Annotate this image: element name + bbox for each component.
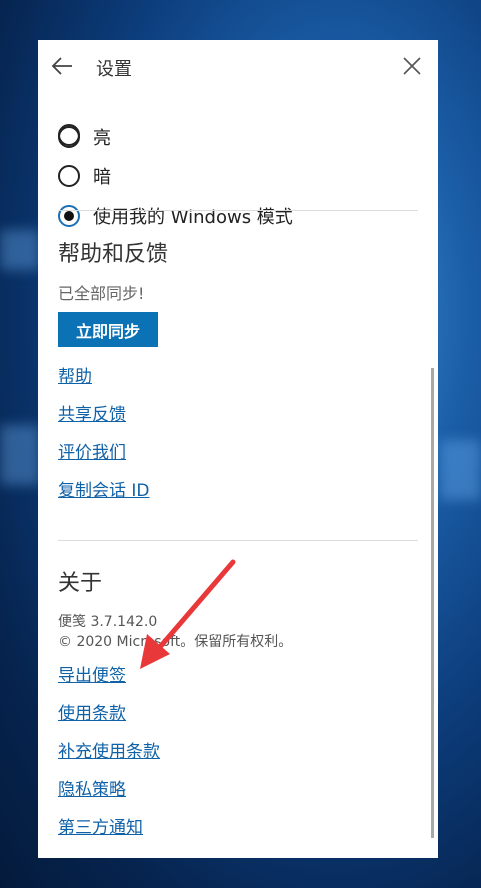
back-arrow-icon[interactable] bbox=[50, 53, 76, 79]
terms-of-use-link[interactable]: 使用条款 bbox=[58, 699, 126, 724]
section-divider bbox=[58, 210, 418, 211]
theme-option-label: 暗 bbox=[93, 167, 111, 188]
privacy-policy-link[interactable]: 隐私策略 bbox=[58, 775, 126, 800]
help-section-title: 帮助和反馈 bbox=[58, 242, 169, 267]
title-bar: 设置 bbox=[38, 40, 438, 92]
radio-button[interactable] bbox=[58, 124, 80, 146]
theme-option-dark[interactable] bbox=[58, 124, 80, 146]
third-party-notices-link[interactable]: 第三方通知 bbox=[58, 813, 143, 838]
share-feedback-link[interactable]: 共享反馈 bbox=[58, 400, 126, 425]
wallpaper-light-streak bbox=[0, 425, 40, 485]
wallpaper-light-streak bbox=[0, 230, 40, 270]
rate-us-link[interactable]: 评价我们 bbox=[58, 438, 126, 463]
section-divider bbox=[58, 540, 418, 541]
settings-content: 亮 暗 使用我的 Windows 模式 帮助和反馈 已全部同步! 立即同步 帮助… bbox=[38, 40, 438, 858]
supplemental-terms-link[interactable]: 补充使用条款 bbox=[58, 737, 160, 762]
copy-session-id-link[interactable]: 复制会话 ID bbox=[58, 476, 150, 501]
theme-option-label: 亮 bbox=[93, 128, 111, 149]
settings-panel: 亮 暗 使用我的 Windows 模式 帮助和反馈 已全部同步! 立即同步 帮助… bbox=[38, 40, 438, 858]
scrollbar[interactable] bbox=[431, 368, 434, 838]
radio-button-selected[interactable] bbox=[58, 205, 80, 227]
theme-option-dark[interactable]: 暗 bbox=[58, 163, 111, 189]
sync-status-text: 已全部同步! bbox=[58, 284, 145, 303]
theme-option-label: 使用我的 Windows 模式 bbox=[93, 207, 293, 228]
close-icon[interactable] bbox=[401, 55, 423, 77]
about-section-title: 关于 bbox=[58, 571, 103, 596]
help-link[interactable]: 帮助 bbox=[58, 362, 92, 387]
copyright-text: © 2020 Microsoft。保留所有权利。 bbox=[58, 634, 293, 650]
wallpaper-light-streak bbox=[440, 440, 481, 500]
radio-button[interactable] bbox=[58, 165, 80, 187]
sync-now-button[interactable]: 立即同步 bbox=[58, 312, 158, 347]
export-notes-link[interactable]: 导出便签 bbox=[58, 661, 126, 686]
version-text: 便笺 3.7.142.0 bbox=[58, 614, 158, 630]
theme-option-windows[interactable]: 使用我的 Windows 模式 bbox=[58, 203, 293, 229]
window-title: 设置 bbox=[96, 59, 132, 80]
